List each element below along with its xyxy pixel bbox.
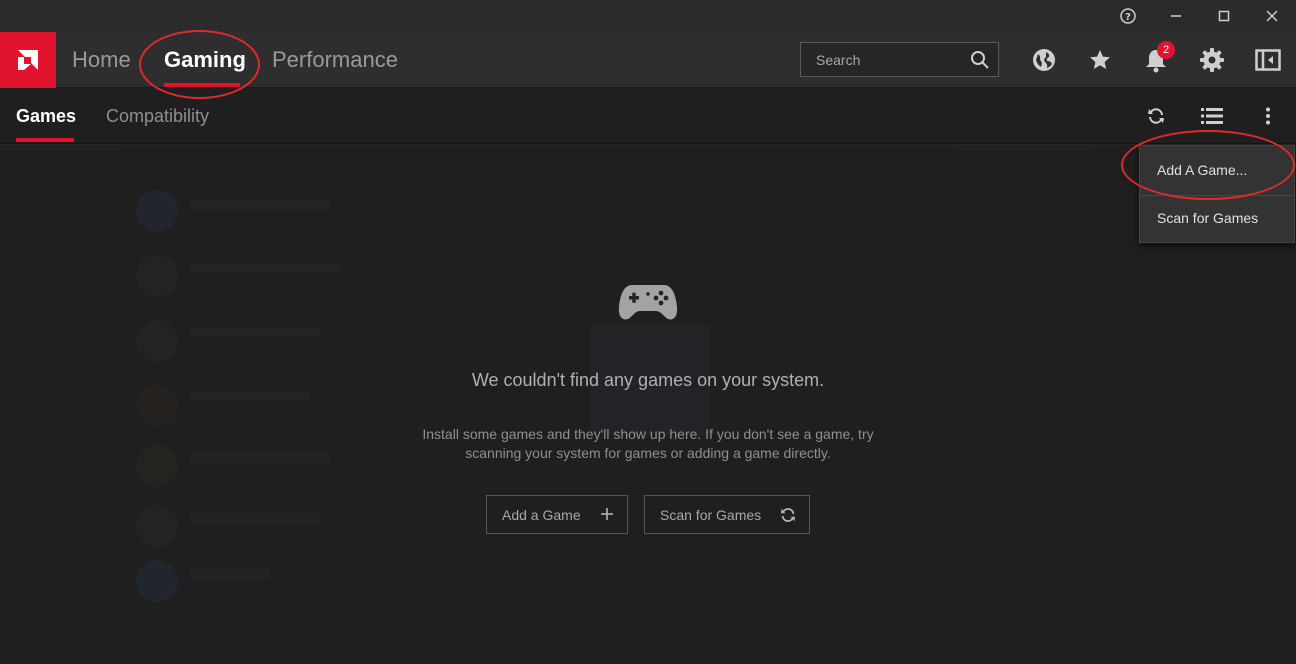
list-view-icon[interactable] — [1200, 104, 1224, 128]
search-box[interactable] — [800, 42, 999, 77]
tab-games[interactable]: Games — [16, 104, 76, 128]
more-options-menu: Add A Game... Scan for Games — [1139, 145, 1295, 243]
star-icon[interactable] — [1086, 46, 1114, 74]
maximize-icon[interactable] — [1210, 4, 1238, 28]
nav-tab-gaming[interactable]: Gaming — [164, 44, 246, 76]
gear-icon[interactable] — [1198, 46, 1226, 74]
nav-tab-home[interactable]: Home — [72, 44, 131, 76]
search-icon[interactable] — [970, 50, 990, 75]
window-titlebar: ? — [0, 0, 1296, 32]
amd-logo[interactable] — [0, 32, 56, 88]
games-content-area: We couldn't find any games on your syste… — [0, 145, 1296, 664]
description-line-1: Install some games and they'll show up h… — [422, 426, 874, 442]
refresh-icon[interactable] — [1144, 104, 1168, 128]
refresh-icon — [779, 506, 797, 527]
help-icon[interactable]: ? — [1114, 4, 1142, 28]
add-game-label: Add a Game — [502, 506, 581, 523]
top-navigation: Home Gaming Performance 2 — [0, 32, 1296, 88]
menu-divider — [1140, 195, 1294, 196]
description-line-2: scanning your system for games or adding… — [465, 445, 831, 461]
nav-tab-performance[interactable]: Performance — [272, 44, 398, 76]
menu-item-scan-games[interactable]: Scan for Games — [1140, 198, 1294, 238]
gamepad-icon — [618, 281, 678, 328]
notification-badge: 2 — [1157, 41, 1175, 59]
scan-games-button[interactable]: Scan for Games — [644, 495, 810, 534]
globe-icon[interactable] — [1030, 46, 1058, 74]
close-icon[interactable] — [1258, 4, 1286, 28]
svg-text:?: ? — [1125, 12, 1131, 23]
more-options-icon[interactable] — [1256, 104, 1280, 128]
empty-state-title: We couldn't find any games on your syste… — [471, 370, 825, 390]
active-tab-indicator — [164, 83, 240, 87]
search-input[interactable] — [801, 43, 961, 76]
dim-overlay — [0, 145, 1296, 664]
plus-icon — [599, 506, 615, 525]
menu-item-add-game[interactable]: Add A Game... — [1140, 150, 1294, 190]
minimize-icon[interactable] — [1162, 4, 1190, 28]
empty-state-description: Install some games and they'll show up h… — [398, 425, 898, 463]
active-subtab-indicator — [16, 138, 74, 142]
sub-navigation: Games Compatibility — [0, 88, 1296, 144]
tab-compatibility[interactable]: Compatibility — [106, 104, 209, 128]
scan-games-label: Scan for Games — [660, 506, 762, 523]
add-game-button[interactable]: Add a Game — [486, 495, 628, 534]
sidebar-toggle-icon[interactable] — [1254, 46, 1282, 74]
